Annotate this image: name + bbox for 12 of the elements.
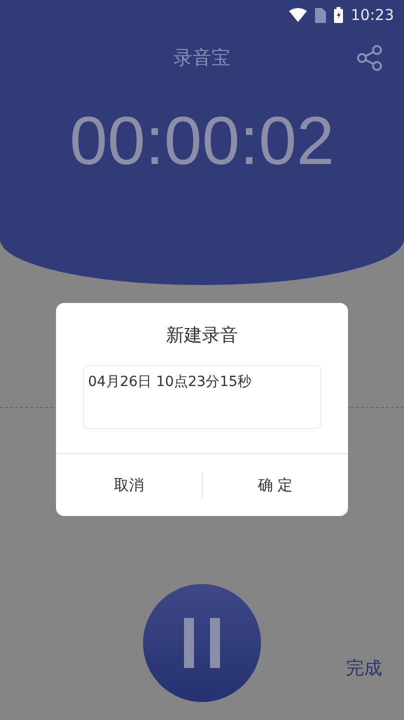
dialog-title: 新建录音 [166,324,238,347]
wifi-icon [288,8,307,22]
app-title: 录音宝 [174,46,230,71]
recording-name-field[interactable]: 04月26日 10点23分15秒 [83,365,321,429]
share-icon[interactable] [356,44,384,72]
confirm-button[interactable]: 确 定 [202,465,348,505]
pause-icon [184,618,220,668]
battery-icon [334,7,343,23]
recording-timer: 00:00:02 [70,102,334,180]
cancel-button[interactable]: 取消 [56,465,202,505]
status-time: 10:23 [350,6,394,24]
no-sim-icon [314,8,326,22]
